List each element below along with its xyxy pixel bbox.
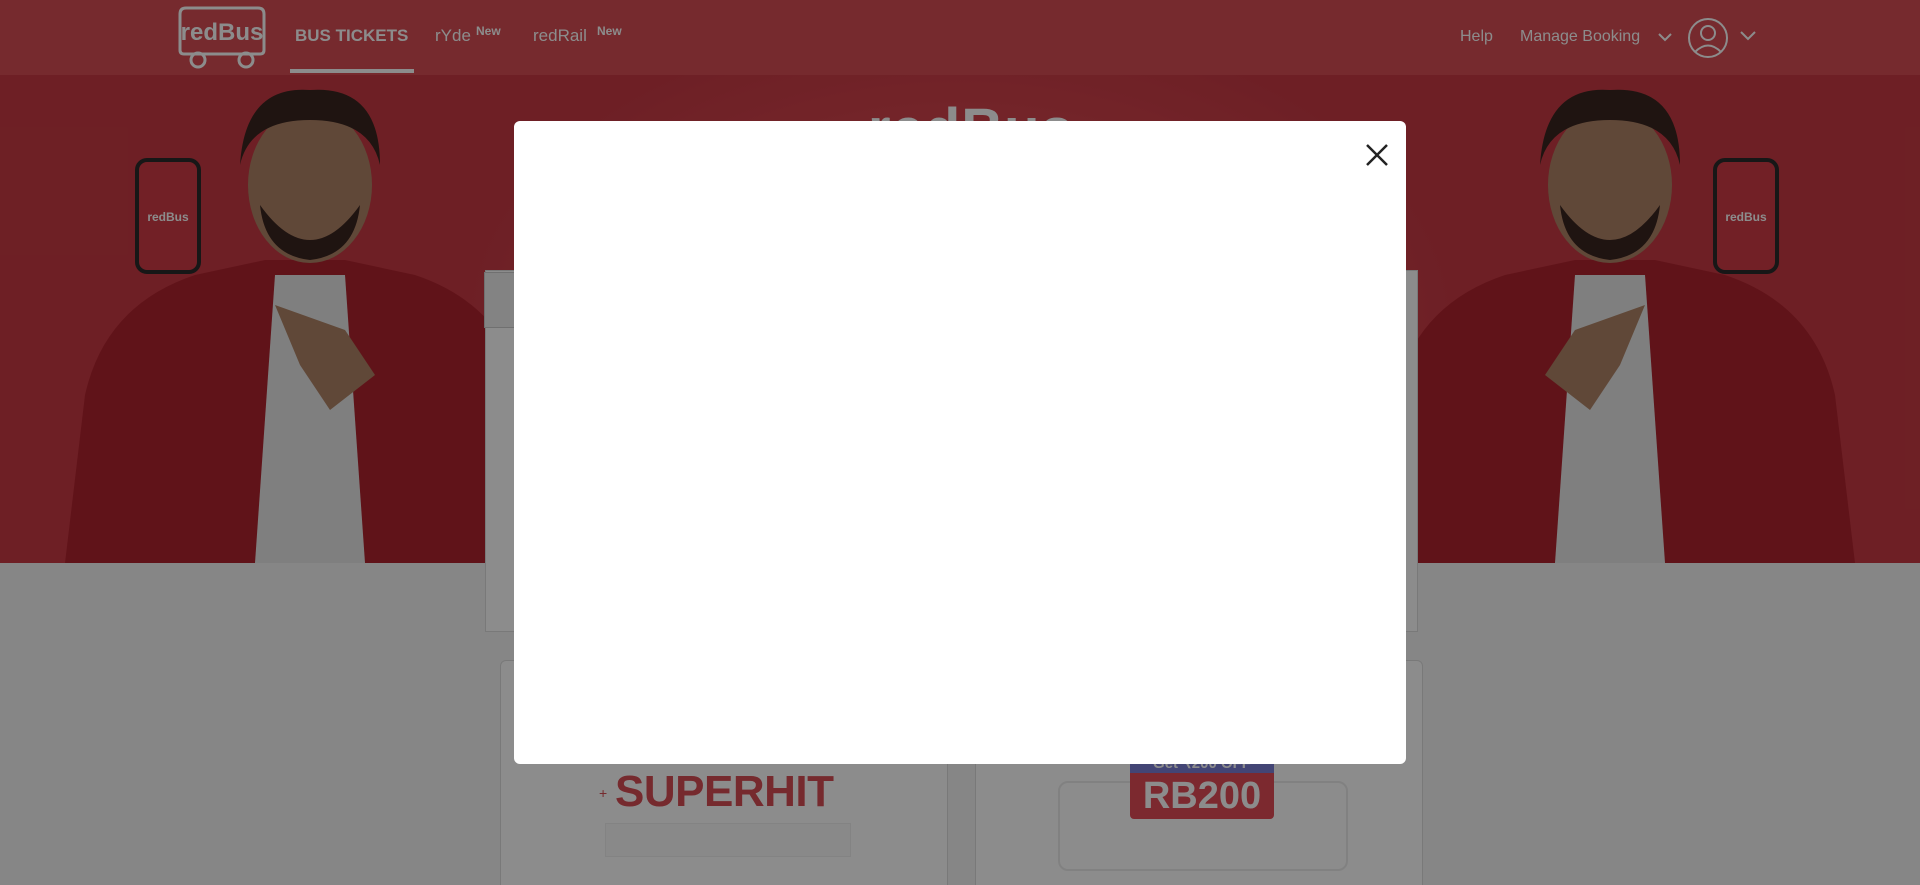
modal-dialog bbox=[514, 121, 1406, 764]
close-icon[interactable] bbox=[1362, 140, 1392, 170]
